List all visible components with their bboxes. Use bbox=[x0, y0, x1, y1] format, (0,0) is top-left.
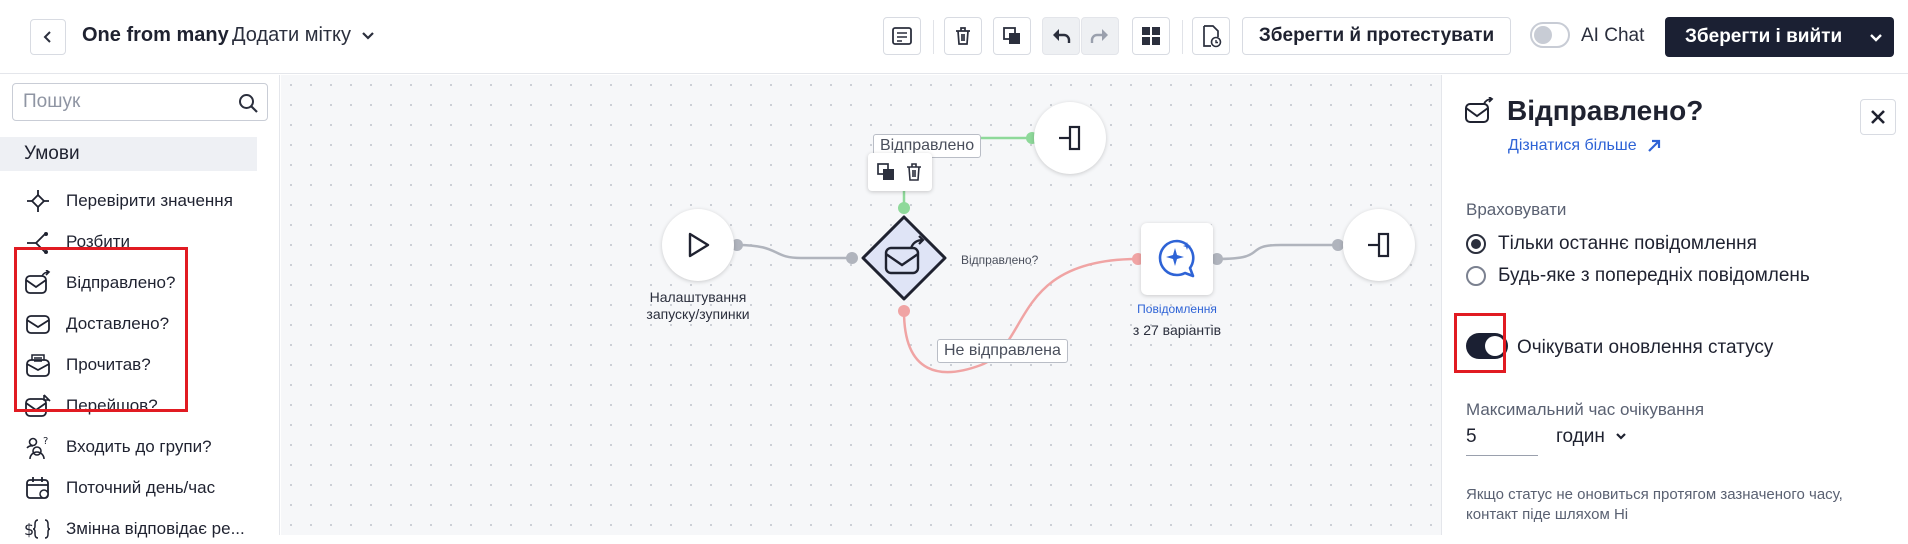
sidebar-item-in-group[interactable]: ? Входить до групи? bbox=[24, 432, 212, 462]
undo-icon bbox=[1053, 29, 1071, 43]
ai-chat-label: AI Chat bbox=[1581, 25, 1645, 46]
exit-node-message[interactable] bbox=[1343, 209, 1415, 281]
highlight-box bbox=[1454, 313, 1506, 373]
close-icon bbox=[1871, 110, 1885, 124]
chevron-down-icon bbox=[1616, 433, 1626, 440]
radio-button-checked[interactable] bbox=[1466, 234, 1486, 254]
message-node-variants: з 27 варіантів bbox=[1132, 322, 1222, 338]
top-bar: One from many Додати мітку Зберегти й пр… bbox=[0, 0, 1908, 74]
document-history-icon bbox=[1203, 25, 1222, 48]
trash-icon bbox=[956, 27, 970, 45]
delete-button[interactable] bbox=[944, 17, 982, 55]
chevron-down-icon bbox=[362, 31, 374, 40]
exit-icon bbox=[1368, 232, 1390, 258]
save-and-exit-label: Зберегти і вийти bbox=[1685, 26, 1843, 47]
start-node-label-line2: запуску/зупинки bbox=[646, 306, 750, 322]
start-node[interactable] bbox=[662, 209, 734, 281]
start-node-label-line1: Налаштування bbox=[649, 289, 747, 305]
learn-more-link[interactable]: Дізнатися більше bbox=[1508, 137, 1661, 155]
sidebar-item-label: Поточний день/час bbox=[66, 478, 216, 497]
message-node[interactable] bbox=[1141, 223, 1213, 295]
notes-button[interactable] bbox=[883, 17, 921, 55]
check-value-icon bbox=[24, 187, 52, 215]
max-wait-input[interactable]: 5 bbox=[1466, 424, 1538, 456]
arrow-up-right-icon bbox=[1647, 139, 1660, 152]
edge-label-not-sent[interactable]: Не відправлена bbox=[937, 339, 1068, 363]
message-node-title: Повідомлення bbox=[1137, 302, 1217, 316]
calendar-icon bbox=[24, 474, 52, 502]
highlight-box bbox=[14, 247, 188, 412]
group-icon: ? bbox=[24, 433, 52, 461]
consider-label: Враховувати bbox=[1466, 200, 1567, 219]
svg-text:$: $ bbox=[24, 520, 34, 539]
panel-title: Відправлено? bbox=[1507, 95, 1704, 126]
search-box[interactable] bbox=[12, 83, 268, 121]
close-panel-button[interactable] bbox=[1860, 99, 1896, 135]
copy-icon[interactable] bbox=[876, 162, 896, 182]
flow-title[interactable]: One from many bbox=[82, 24, 229, 47]
flow-canvas[interactable]: Налаштування запуску/зупинки Відправлено… bbox=[281, 75, 1441, 535]
add-tag-label: Додати мітку bbox=[232, 24, 352, 46]
sidebar-item-check-value[interactable]: Перевірити значення bbox=[24, 186, 233, 216]
layout-button[interactable] bbox=[1132, 17, 1170, 55]
undo-button[interactable] bbox=[1042, 17, 1080, 55]
copy-icon bbox=[1003, 27, 1020, 44]
max-wait-unit-select[interactable]: годин bbox=[1556, 426, 1627, 448]
svg-text:?: ? bbox=[43, 436, 48, 447]
ai-chat-toggle[interactable] bbox=[1530, 22, 1570, 48]
redo-button[interactable] bbox=[1081, 17, 1119, 55]
notes-icon bbox=[892, 27, 912, 45]
chevron-left-icon bbox=[43, 31, 51, 43]
learn-more-label: Дізнатися більше bbox=[1508, 137, 1637, 154]
sent-icon bbox=[1465, 97, 1494, 123]
ai-message-icon bbox=[1158, 239, 1195, 278]
condition-node-sent[interactable] bbox=[859, 213, 949, 303]
radio-label: Будь-яке з попередніх повідомлень bbox=[1498, 265, 1810, 286]
sidebar-item-label: Змінна відповідає ре... bbox=[66, 519, 245, 538]
max-wait-label: Максимальний час очікування bbox=[1466, 400, 1705, 419]
sidebar-item-current-day-time[interactable]: Поточний день/час bbox=[24, 473, 215, 503]
radio-label: Тільки останнє повідомлення bbox=[1498, 233, 1757, 254]
variable-icon: $ bbox=[24, 515, 52, 543]
add-tag-dropdown[interactable]: Додати мітку bbox=[232, 24, 375, 47]
message-node-label: Повідомлення з 27 варіантів bbox=[1117, 301, 1237, 339]
back-button[interactable] bbox=[30, 19, 66, 55]
sidebar-item-label: Перевірити значення bbox=[66, 191, 233, 210]
history-button[interactable] bbox=[1192, 17, 1230, 55]
radio-any-message[interactable]: Будь-яке з попередніх повідомлень bbox=[1466, 265, 1810, 287]
section-conditions: Умови bbox=[0, 137, 257, 171]
flow-connections bbox=[731, 132, 1344, 374]
radio-button[interactable] bbox=[1466, 266, 1486, 286]
toolbar-divider bbox=[933, 20, 934, 54]
condition-mini-label: Відправлено? bbox=[961, 253, 1039, 267]
redo-icon bbox=[1090, 29, 1108, 43]
node-toolbar bbox=[868, 153, 932, 191]
save-and-exit-button[interactable]: Зберегти і вийти bbox=[1665, 17, 1894, 57]
radio-last-message[interactable]: Тільки останнє повідомлення bbox=[1466, 233, 1757, 255]
copy-button[interactable] bbox=[993, 17, 1031, 55]
save-and-test-button[interactable]: Зберегти й протестувати bbox=[1242, 17, 1511, 55]
condition-diamond bbox=[861, 215, 947, 301]
max-wait-unit-value: годин bbox=[1556, 426, 1605, 447]
wait-status-label: Очікувати оновлення статусу bbox=[1517, 337, 1774, 358]
chevron-down-icon[interactable] bbox=[1868, 27, 1884, 47]
play-icon bbox=[688, 232, 710, 258]
start-node-label: Налаштування запуску/зупинки bbox=[633, 289, 763, 323]
conditions-sidebar: Умови Перевірити значення Розбити Відпра… bbox=[0, 75, 280, 539]
sidebar-item-label: Входить до групи? bbox=[66, 437, 212, 456]
search-input[interactable] bbox=[23, 84, 223, 120]
exit-node-sent[interactable] bbox=[1034, 102, 1106, 174]
grid-layout-icon bbox=[1142, 27, 1160, 45]
timeout-hint: Якщо статус не оновиться протягом зазнач… bbox=[1466, 486, 1843, 523]
exit-icon bbox=[1059, 125, 1081, 151]
trash-icon[interactable] bbox=[904, 162, 924, 182]
toolbar-divider bbox=[1182, 20, 1183, 54]
search-icon[interactable] bbox=[237, 92, 259, 114]
properties-panel: Відправлено? Дізнатися більше Враховуват… bbox=[1441, 75, 1908, 535]
sidebar-item-variable-matches[interactable]: $ Змінна відповідає ре... bbox=[24, 514, 245, 544]
